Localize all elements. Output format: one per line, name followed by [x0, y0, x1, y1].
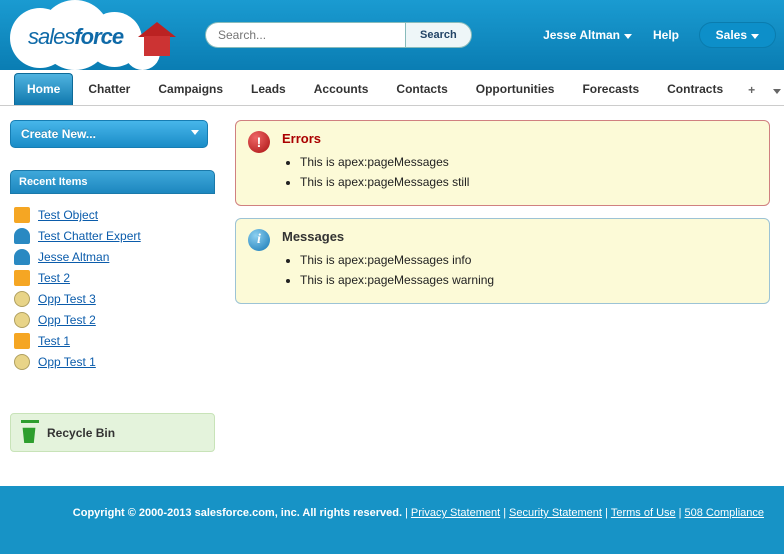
tab-campaigns[interactable]: Campaigns [145, 73, 236, 105]
error-icon: ! [248, 131, 270, 153]
tab-forecasts[interactable]: Forecasts [569, 73, 652, 105]
user-name-label: Jesse Altman [543, 28, 620, 42]
recent-item-link[interactable]: Opp Test 1 [38, 355, 96, 369]
chevron-down-icon [773, 89, 781, 94]
tab-leads[interactable]: Leads [238, 73, 299, 105]
error-item: This is apex:pageMessages [300, 152, 755, 172]
info-title: Messages [282, 229, 755, 244]
tab-bar: HomeChatterCampaignsLeadsAccountsContact… [0, 70, 784, 106]
user-icon [14, 249, 30, 265]
more-tabs-button[interactable] [765, 75, 784, 105]
create-new-label: Create New... [21, 127, 96, 141]
list-item: Opp Test 1 [14, 354, 211, 370]
chevron-down-icon [624, 34, 632, 39]
add-tab-button[interactable]: + [738, 75, 765, 105]
recycle-bin-link[interactable]: Recycle Bin [10, 413, 215, 452]
create-new-button[interactable]: Create New... [10, 120, 208, 148]
info-message-box: i Messages This is apex:pageMessages inf… [235, 218, 770, 304]
recent-item-link[interactable]: Test 2 [38, 271, 70, 285]
error-item: This is apex:pageMessages still [300, 172, 755, 192]
recent-item-link[interactable]: Jesse Altman [38, 250, 109, 264]
object-icon [14, 270, 30, 286]
list-item: Test Chatter Expert [14, 228, 211, 244]
page-footer: Copyright © 2000-2013 salesforce.com, in… [0, 486, 784, 554]
recent-item-link[interactable]: Opp Test 3 [38, 292, 96, 306]
list-item: Jesse Altman [14, 249, 211, 265]
recycle-bin-label: Recycle Bin [47, 426, 115, 440]
list-item: Test Object [14, 207, 211, 223]
list-item: Test 1 [14, 333, 211, 349]
tab-contracts[interactable]: Contracts [654, 73, 736, 105]
recent-item-link[interactable]: Test 1 [38, 334, 70, 348]
user-menu[interactable]: Jesse Altman [543, 28, 632, 42]
opportunity-icon [14, 354, 30, 370]
tab-home[interactable]: Home [14, 73, 73, 105]
info-icon: i [248, 229, 270, 251]
salesforce-logo[interactable]: salesforce [10, 0, 180, 68]
footer-link[interactable]: 508 Compliance [685, 507, 765, 519]
opportunity-icon [14, 312, 30, 328]
tab-accounts[interactable]: Accounts [301, 73, 382, 105]
recent-items-list: Test Object Test Chatter Expert Jesse Altm… [10, 194, 215, 383]
tab-chatter[interactable]: Chatter [75, 73, 143, 105]
info-item: This is apex:pageMessages warning [300, 270, 755, 290]
tab-opportunities[interactable]: Opportunities [463, 73, 568, 105]
copyright-text: Copyright © 2000-2013 salesforce.com, in… [73, 507, 402, 519]
opportunity-icon [14, 291, 30, 307]
list-item: Opp Test 3 [14, 291, 211, 307]
app-selector[interactable]: Sales [699, 22, 776, 48]
search-input[interactable] [205, 22, 405, 48]
list-item: Opp Test 2 [14, 312, 211, 328]
object-icon [14, 207, 30, 223]
sidebar: Create New... Recent Items Test ObjectTe… [0, 106, 225, 486]
info-item: This is apex:pageMessages info [300, 250, 755, 270]
user-icon [14, 228, 30, 244]
error-list: This is apex:pageMessagesThis is apex:pa… [300, 152, 755, 193]
logo-text-2: force [74, 24, 123, 49]
main-content: ! Errors This is apex:pageMessagesThis i… [225, 106, 784, 486]
app-header: salesforce Search Jesse Altman Help Sale… [0, 0, 784, 70]
object-icon [14, 333, 30, 349]
chevron-down-icon [191, 130, 199, 135]
error-message-box: ! Errors This is apex:pageMessagesThis i… [235, 120, 770, 206]
chevron-down-icon [751, 34, 759, 39]
help-link[interactable]: Help [653, 28, 679, 42]
footer-link[interactable]: Terms of Use [611, 507, 676, 519]
error-title: Errors [282, 131, 755, 146]
app-selected-label: Sales [716, 28, 747, 42]
global-search: Search [205, 22, 472, 48]
list-item: Test 2 [14, 270, 211, 286]
info-list: This is apex:pageMessages infoThis is ap… [300, 250, 755, 291]
footer-link[interactable]: Privacy Statement [411, 507, 500, 519]
logo-text-1: sales [28, 24, 74, 49]
recent-item-link[interactable]: Test Chatter Expert [38, 229, 141, 243]
trash-icon [21, 425, 37, 443]
page-body: Create New... Recent Items Test ObjectTe… [0, 106, 784, 486]
house-icon [138, 22, 176, 56]
recent-item-link[interactable]: Test Object [38, 208, 98, 222]
search-button[interactable]: Search [405, 22, 472, 48]
footer-link[interactable]: Security Statement [509, 507, 602, 519]
recent-items-header: Recent Items [10, 170, 215, 194]
tab-contacts[interactable]: Contacts [383, 73, 460, 105]
recent-item-link[interactable]: Opp Test 2 [38, 313, 96, 327]
